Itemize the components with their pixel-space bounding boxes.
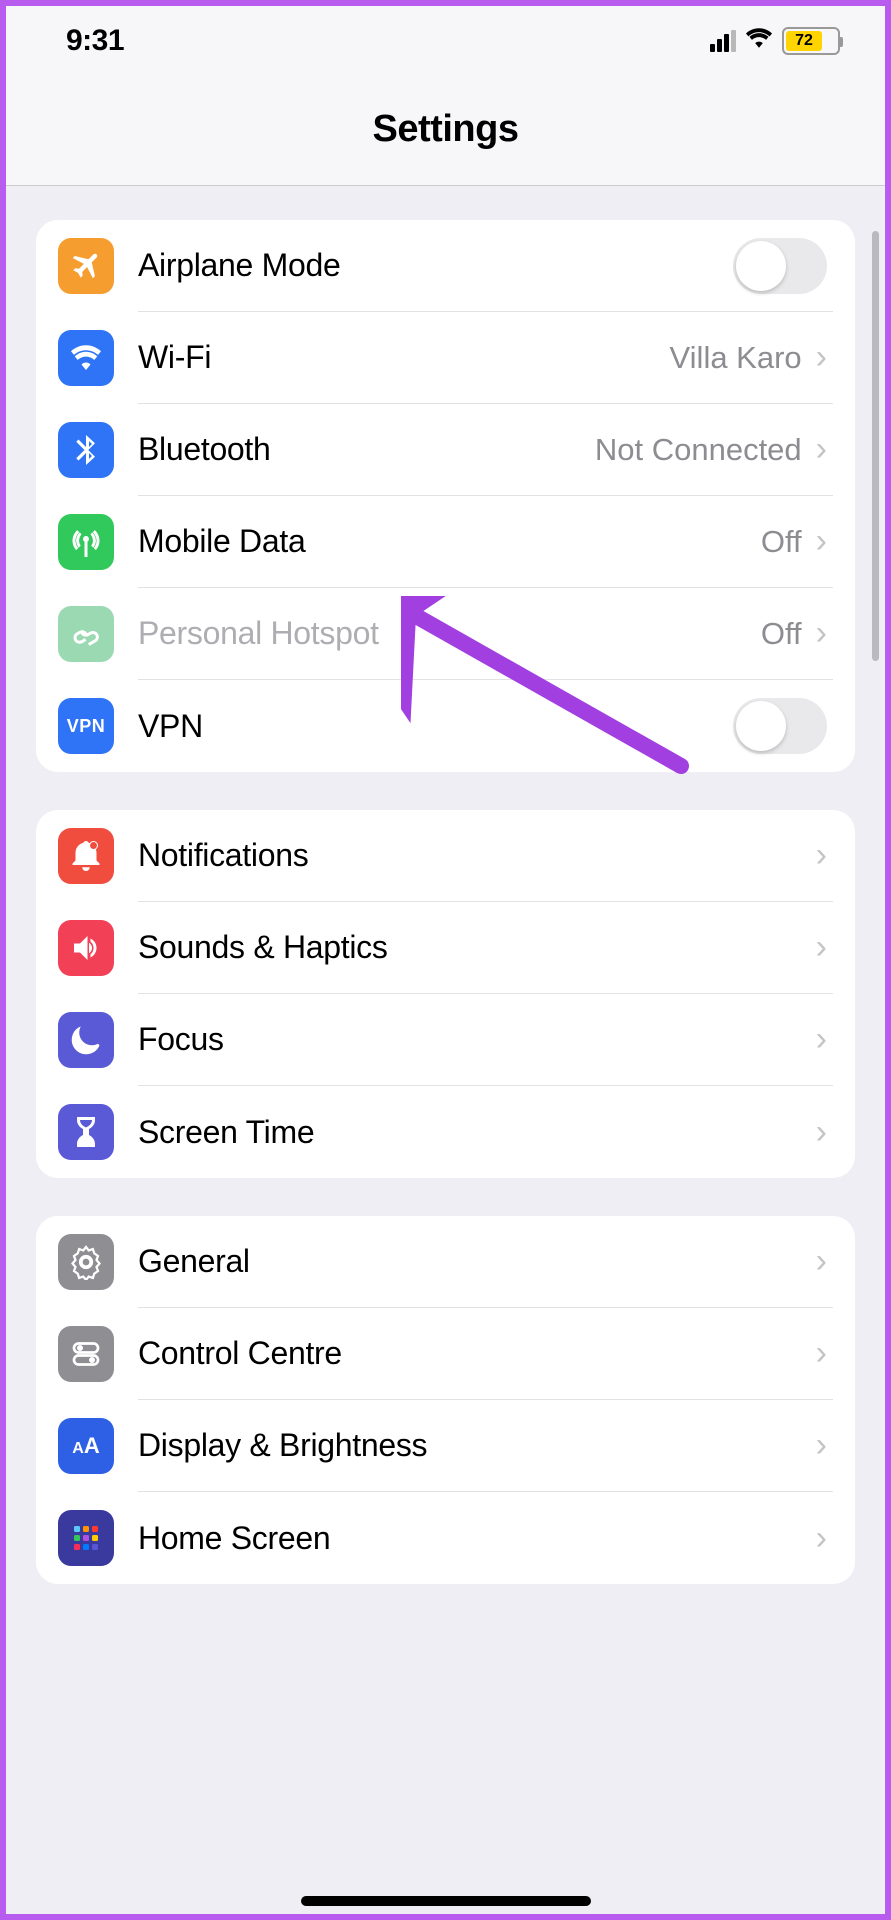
chevron-right-icon: › (816, 1334, 827, 1373)
row-control-centre[interactable]: Control Centre › (36, 1308, 855, 1400)
row-detail: Villa Karo (670, 340, 802, 376)
airplane-toggle[interactable] (733, 238, 827, 294)
navigation-header: Settings (6, 76, 885, 186)
chevron-right-icon: › (816, 430, 827, 469)
row-label: Screen Time (138, 1114, 816, 1151)
row-sounds-haptics[interactable]: Sounds & Haptics › (36, 902, 855, 994)
row-focus[interactable]: Focus › (36, 994, 855, 1086)
row-label: Personal Hotspot (138, 615, 761, 652)
wifi-icon (746, 27, 772, 55)
row-personal-hotspot[interactable]: Personal Hotspot Off › (36, 588, 855, 680)
grid-icon (58, 1510, 114, 1566)
row-label: Airplane Mode (138, 247, 733, 284)
chevron-right-icon: › (816, 1242, 827, 1281)
text-size-icon: AA (58, 1418, 114, 1474)
settings-group-connectivity: Airplane Mode Wi-Fi Villa Karo › Bluetoo… (36, 220, 855, 772)
antenna-icon (58, 514, 114, 570)
hourglass-icon (58, 1104, 114, 1160)
bluetooth-icon (58, 422, 114, 478)
hotspot-icon (58, 606, 114, 662)
row-home-screen[interactable]: Home Screen › (36, 1492, 855, 1584)
home-indicator[interactable] (301, 1896, 591, 1906)
row-label: VPN (138, 708, 733, 745)
chevron-right-icon: › (816, 1519, 827, 1558)
row-general[interactable]: General › (36, 1216, 855, 1308)
row-vpn[interactable]: VPN VPN (36, 680, 855, 772)
row-wifi[interactable]: Wi-Fi Villa Karo › (36, 312, 855, 404)
wifi-icon (58, 330, 114, 386)
battery-icon: 72 (782, 27, 840, 55)
scrollbar[interactable] (872, 231, 879, 661)
row-airplane-mode[interactable]: Airplane Mode (36, 220, 855, 312)
row-label: Home Screen (138, 1520, 816, 1557)
row-label: Notifications (138, 837, 816, 874)
gear-icon (58, 1234, 114, 1290)
status-time: 9:31 (66, 24, 124, 58)
row-detail: Not Connected (595, 432, 802, 468)
chevron-right-icon: › (816, 1113, 827, 1152)
row-label: Sounds & Haptics (138, 929, 816, 966)
battery-level: 72 (786, 31, 822, 51)
row-label: Mobile Data (138, 523, 761, 560)
cellular-signal-icon (710, 30, 736, 52)
bell-icon (58, 828, 114, 884)
chevron-right-icon: › (816, 1020, 827, 1059)
vpn-icon: VPN (58, 698, 114, 754)
page-title: Settings (6, 108, 885, 151)
chevron-right-icon: › (816, 522, 827, 561)
content-area: Airplane Mode Wi-Fi Villa Karo › Bluetoo… (6, 220, 885, 1584)
row-label: Bluetooth (138, 431, 595, 468)
row-screen-time[interactable]: Screen Time › (36, 1086, 855, 1178)
row-label: Wi-Fi (138, 339, 670, 376)
row-detail: Off (761, 616, 802, 652)
row-mobile-data[interactable]: Mobile Data Off › (36, 496, 855, 588)
row-label: General (138, 1243, 816, 1280)
chevron-right-icon: › (816, 928, 827, 967)
row-detail: Off (761, 524, 802, 560)
vpn-toggle[interactable] (733, 698, 827, 754)
chevron-right-icon: › (816, 614, 827, 653)
chevron-right-icon: › (816, 836, 827, 875)
chevron-right-icon: › (816, 338, 827, 377)
settings-group-notifications: Notifications › Sounds & Haptics › Focus… (36, 810, 855, 1178)
row-label: Display & Brightness (138, 1427, 816, 1464)
row-label: Focus (138, 1021, 816, 1058)
status-indicators: 72 (710, 27, 840, 55)
row-display-brightness[interactable]: AA Display & Brightness › (36, 1400, 855, 1492)
settings-group-general: General › Control Centre › AA Display & … (36, 1216, 855, 1584)
row-bluetooth[interactable]: Bluetooth Not Connected › (36, 404, 855, 496)
switches-icon (58, 1326, 114, 1382)
chevron-right-icon: › (816, 1426, 827, 1465)
moon-icon (58, 1012, 114, 1068)
row-label: Control Centre (138, 1335, 816, 1372)
speaker-icon (58, 920, 114, 976)
airplane-icon (58, 238, 114, 294)
row-notifications[interactable]: Notifications › (36, 810, 855, 902)
status-bar: 9:31 72 (6, 6, 885, 76)
